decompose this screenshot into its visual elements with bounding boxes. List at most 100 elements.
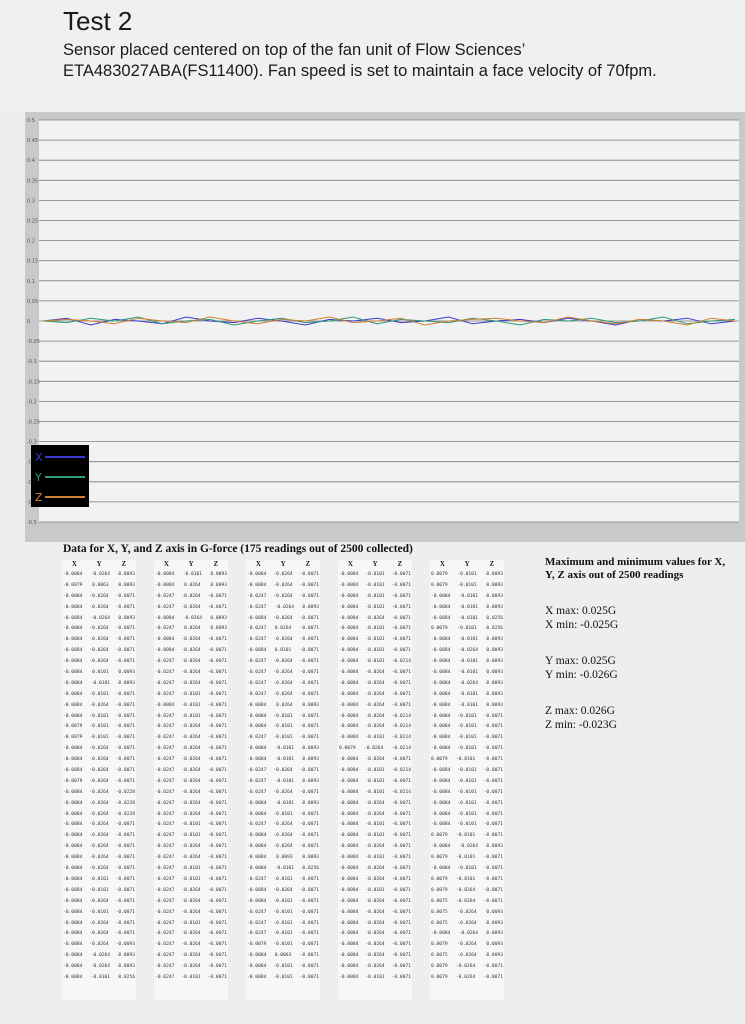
table-row: -0.0084 -0.0101 -0.0071 xyxy=(430,777,504,788)
table-cell: -0.0264 xyxy=(273,670,293,676)
summary-title: Maximum and minimum values for X, Y, Z a… xyxy=(545,556,726,581)
table-row: -0.0079 0.0063 0.0093 xyxy=(62,581,136,592)
table-cell: -0.0264 xyxy=(181,735,201,741)
table-cell: -0.0264 xyxy=(273,833,293,839)
table-cell: -0.0084 xyxy=(431,735,451,741)
table-cell: -0.0071 xyxy=(207,898,227,904)
table-header-cell: X xyxy=(71,560,77,568)
table-cell: -0.0084 xyxy=(63,811,83,817)
table-header-cell: X xyxy=(255,560,261,568)
table-cell: -0.0247 xyxy=(247,670,267,676)
table-cell: -0.0228 xyxy=(115,800,135,806)
table-cell: -0.0101 xyxy=(457,811,477,817)
table-row: 0.0079 -0.0101 -0.0071 xyxy=(430,831,504,842)
table-row: 0.0079 -0.0101 0.0256 xyxy=(430,624,504,635)
table-cell: 0.0093 xyxy=(486,637,503,643)
table-cell: -0.0084 xyxy=(63,626,83,632)
table-cell: -0.0084 xyxy=(247,572,267,577)
table-cell: -0.0084 xyxy=(247,855,267,861)
table-cell: -0.0084 xyxy=(339,735,359,741)
table-row: -0.0247 -0.0264 -0.0071 xyxy=(154,722,228,733)
table-cell: -0.0071 xyxy=(391,876,411,882)
table-cell: -0.0247 xyxy=(155,593,175,599)
table-cell: -0.0264 xyxy=(365,702,385,708)
table-cell: -0.0264 xyxy=(273,691,293,697)
table-header-row: X Y Z xyxy=(430,560,504,570)
x-max-value: X max: 0.025G xyxy=(545,605,617,617)
table-cell: -0.0101 xyxy=(90,680,111,686)
table-cell: -0.0071 xyxy=(299,724,319,730)
table-row: -0.0084 -0.0264 -0.0071 xyxy=(154,635,228,646)
table-cell: -0.0101 xyxy=(89,713,109,719)
table-cell: -0.0101 xyxy=(89,735,109,741)
table-cell: 0.0079 xyxy=(431,887,448,893)
table-cell: -0.0101 xyxy=(365,648,385,654)
table-cell: -0.0071 xyxy=(299,898,319,904)
table-cell: -0.0101 xyxy=(458,670,479,676)
table-cell: -0.0084 xyxy=(339,909,359,915)
table-cell: -0.0247 xyxy=(155,724,175,730)
table-cell: -0.0264 xyxy=(89,637,109,643)
table-header-cell: X xyxy=(163,560,169,568)
table-row: -0.0079 -0.0264 -0.0071 xyxy=(62,777,136,788)
table-cell: -0.0264 xyxy=(365,964,385,970)
table-cell: -0.0101 xyxy=(181,866,201,872)
table-cell: -0.0264 xyxy=(273,659,293,665)
y-tick-label: 0.2 xyxy=(27,239,35,245)
table-cell: -0.0071 xyxy=(299,953,319,959)
table-cell: -0.0084 xyxy=(431,724,451,730)
table-row: -0.0247 -0.0101 -0.0071 xyxy=(154,690,228,701)
table-cell: -0.0101 xyxy=(273,920,293,926)
table-cell: 0.0093 xyxy=(118,953,135,959)
table-cell: -0.0071 xyxy=(207,942,227,948)
table-cell: -0.0071 xyxy=(115,746,135,752)
table-cell: -0.0071 xyxy=(115,691,135,697)
table-row: -0.0084 -0.0264 -0.0071 xyxy=(246,886,320,897)
table-cell: 0.0264 xyxy=(276,702,293,708)
table-cell: -0.0264 xyxy=(365,713,385,719)
table-row: -0.0247 -0.0101 -0.0071 xyxy=(154,820,228,831)
table-cell: -0.0264 xyxy=(90,615,111,621)
table-cell: -0.0247 xyxy=(247,593,267,599)
table-row: -0.0084 -0.0101 0.0093 xyxy=(246,744,320,755)
table-row: 0.0079 -0.0101 -0.0071 xyxy=(430,853,504,864)
table-cell: -0.0084 xyxy=(63,866,83,872)
table-cell: -0.0071 xyxy=(483,833,503,839)
table-cell: -0.0264 xyxy=(365,876,385,882)
table-cell: -0.0264 xyxy=(181,604,201,610)
table-cell: 0.0079 xyxy=(431,572,448,577)
table-row: -0.0084 -0.0101 -0.0071 xyxy=(338,646,412,657)
table-cell: -0.0247 xyxy=(247,626,267,632)
table-row: -0.0247 -0.0101 -0.0071 xyxy=(246,929,320,940)
table-row: -0.0247 -0.0264 -0.0071 xyxy=(154,940,228,951)
table-cell: 0.0256 xyxy=(486,626,503,632)
table-cell: -0.0071 xyxy=(299,789,319,795)
table-cell: -0.0084 xyxy=(339,800,359,806)
table-cell: -0.0247 xyxy=(155,626,175,632)
table-cell: -0.0101 xyxy=(458,593,479,599)
table-cell: 0.0075 xyxy=(431,953,448,959)
table-cell: -0.0084 xyxy=(339,626,359,632)
table-cell: -0.0101 xyxy=(365,582,385,588)
y-tick-label: -0.3 xyxy=(27,440,37,446)
x-min-value: X min: -0.025G xyxy=(545,619,619,631)
table-cell: -0.0084 xyxy=(339,953,359,959)
table-cell: -0.0084 xyxy=(431,702,451,708)
table-cell: -0.0101 xyxy=(365,974,385,980)
table-row: -0.0084 -0.0101 0.0093 xyxy=(154,570,228,581)
table-row: -0.0084 -0.0264 -0.0071 xyxy=(338,679,412,690)
table-cell: -0.0264 xyxy=(90,572,111,577)
table-row: -0.0247 -0.0264 -0.0071 xyxy=(246,820,320,831)
table-cell: -0.0247 xyxy=(247,735,267,741)
table-cell: -0.0084 xyxy=(63,768,83,774)
table-cell: -0.0084 xyxy=(339,713,359,719)
table-header-cell: Y xyxy=(464,560,470,568)
table-cell: -0.0071 xyxy=(483,789,503,795)
table-cell: -0.0247 xyxy=(247,691,267,697)
table-row: -0.0084 -0.0101 -0.0071 xyxy=(154,701,228,712)
table-row: -0.0084 -0.0101 0.0256 xyxy=(62,973,136,984)
table-cell: -0.0071 xyxy=(299,626,319,632)
table-cell: -0.0084 xyxy=(247,811,267,817)
table-cell: -0.0084 xyxy=(339,887,359,893)
table-cell: -0.0264 xyxy=(89,920,109,926)
